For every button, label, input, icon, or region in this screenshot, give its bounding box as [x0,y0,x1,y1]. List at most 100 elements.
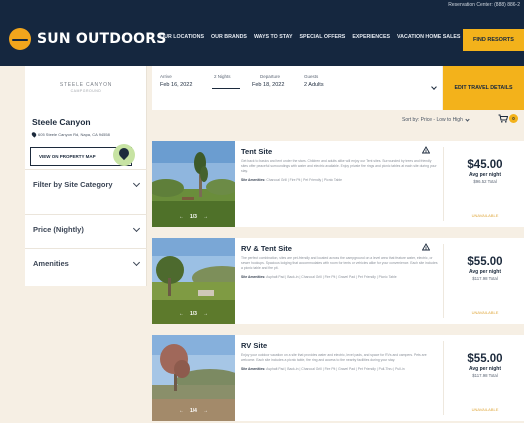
amenities-list: Asphalt Pad | Back-in | Charcoal Grill |… [266,275,397,279]
carousel-counter: 1/3 [190,311,197,317]
utility-bar: Reservation Center: (888) 886-2 [0,0,524,12]
arrow-right-icon[interactable]: → [203,408,208,414]
park-name: Steele Canyon [32,117,91,127]
site-header: SUN OUTDOORS OUR LOCATIONS OUR BRANDS WA… [0,12,524,66]
filter-price-nightly[interactable]: Price (Nightly) [25,214,147,244]
chevron-down-icon [132,258,141,266]
price-amount: $45.00 [467,159,503,171]
chevron-down-icon [465,116,470,122]
nights-count: 2 Nights [214,74,231,79]
main-nav: OUR LOCATIONS OUR BRANDS WAYS TO STAY SP… [160,34,460,40]
photo-carousel-controls[interactable]: ← 1/3 → [152,311,235,317]
site-amenities: Site Amenities: Charcoal Grill | Fire Pi… [241,178,439,183]
photo-carousel-controls[interactable]: ← 1/3 → [152,214,235,220]
card-divider [443,147,444,221]
depart-date[interactable]: Feb 18, 2022 [252,82,284,88]
site-card-tent: ← 1/3 → Tent Site Get back to basics and… [152,141,524,227]
site-photo[interactable]: ← 1/3 → [152,238,235,324]
park-brand-logo-text: STEELE CANYON [59,82,113,88]
reservation-center-phone[interactable]: Reservation Center: (888) 886-2 [448,2,520,8]
tent-icon [422,243,430,251]
map-marker-icon[interactable] [113,144,135,166]
arrow-right-icon[interactable]: → [203,214,208,220]
find-resorts-button[interactable]: FIND RESORTS [463,29,524,51]
price-per-night: Avg per night [468,366,502,372]
park-brand-logo: STEELE CANYON CAMPGROUND [25,82,147,93]
amenities-label: Site Amenities: [241,275,266,279]
arrow-left-icon[interactable]: ← [179,214,184,220]
price-per-night: Avg per night [468,269,502,275]
arrive-date[interactable]: Feb 16, 2022 [160,82,192,88]
nav-vacation-home-sales[interactable]: VACATION HOME SALES [397,34,460,40]
park-sidebar: STEELE CANYON CAMPGROUND Steele Canyon 6… [25,66,147,286]
filter-amenities-label: Amenities [33,259,69,268]
site-price: $45.00 Avg per night $96.52 Total [450,159,520,184]
amenities-label: Site Amenities: [241,178,266,182]
price-amount: $55.00 [467,353,503,365]
cart-count-badge: 0 [509,114,518,123]
card-divider [443,341,444,415]
carousel-counter: 1/3 [190,214,197,220]
filter-site-category[interactable]: Filter by Site Category [25,169,147,199]
chevron-down-icon [132,224,141,232]
availability-status: UNAVAILABLE [471,213,499,218]
sun-logo-icon [9,28,31,50]
site-logo[interactable]: SUN OUTDOORS [9,28,167,50]
amenities-list: Asphalt Pad | Back-in | Charcoal Grill |… [266,367,405,371]
park-brand-logo-subtext: CAMPGROUND [70,89,102,93]
price-total: $96.52 Total [473,179,497,184]
sort-label: Sort by: Price - Low to High [402,117,463,123]
guests-value[interactable]: 2 Adults [304,82,324,88]
arrow-left-icon[interactable]: ← [179,311,184,317]
date-range-line [212,88,240,89]
site-photo[interactable]: ← 1/3 → [152,141,235,227]
site-card-rv: ← 1/4 → RV Site Enjoy your outdoor vacat… [152,335,524,421]
travel-details-bar[interactable]: Arrive Feb 16, 2022 2 Nights Departure F… [152,66,442,110]
amenities-list: Charcoal Grill | Fire Pit | Pet Friendly… [266,178,343,182]
site-description: Enjoy your outdoor vacation on a site th… [241,353,427,362]
photo-carousel-controls[interactable]: ← 1/4 → [152,408,235,414]
price-amount: $55.00 [467,256,503,268]
location-pin-icon [30,131,38,138]
site-title[interactable]: Tent Site [241,147,439,156]
logo-text: SUN OUTDOORS [37,31,167,47]
arrive-label: Arrive [160,74,172,79]
site-amenities: Site Amenities: Asphalt Pad | Back-in | … [241,275,439,280]
nav-experiences[interactable]: EXPERIENCES [352,34,390,40]
site-details: RV & Tent Site The perfect combination, … [241,244,439,280]
nav-special-offers[interactable]: SPECIAL OFFERS [300,34,346,40]
availability-status: UNAVAILABLE [471,310,499,315]
site-amenities: Site Amenities: Asphalt Pad | Back-in | … [241,367,439,372]
site-title[interactable]: RV & Tent Site [241,244,439,253]
park-address: 605 Steele Canyon Rd, Napa, CA 94558 [30,131,110,138]
site-details: RV Site Enjoy your outdoor vacation on a… [241,341,439,372]
guests-label: Guests [304,74,319,79]
price-total: $117.98 Total [472,373,498,378]
site-price: $55.00 Avg per night $117.98 Total [450,353,520,378]
chevron-down-icon [132,179,141,187]
site-photo[interactable]: ← 1/4 → [152,335,235,421]
site-price: $55.00 Avg per night $117.98 Total [450,256,520,281]
nav-our-locations[interactable]: OUR LOCATIONS [160,34,204,40]
site-description: Get back to basics and tent under the st… [241,159,437,173]
filter-site-category-label: Filter by Site Category [33,180,113,189]
card-divider [443,244,444,318]
price-per-night: Avg per night [468,172,502,178]
arrow-left-icon[interactable]: ← [179,408,184,414]
arrow-right-icon[interactable]: → [203,311,208,317]
chevron-down-icon[interactable] [431,84,437,90]
park-address-text: 605 Steele Canyon Rd, Napa, CA 94558 [38,132,110,137]
tent-icon [422,146,430,154]
filter-amenities[interactable]: Amenities [25,248,147,278]
price-total: $117.98 Total [472,276,498,281]
site-card-rv-tent: ← 1/3 → RV & Tent Site The perfect combi… [152,238,524,324]
cart-icon[interactable] [498,114,508,123]
edit-travel-details-button[interactable]: EDIT TRAVEL DETAILS [443,66,524,110]
site-details: Tent Site Get back to basics and tent un… [241,147,439,183]
amenities-label: Site Amenities: [241,367,266,371]
sort-dropdown[interactable]: Sort by: Price - Low to High [402,116,470,123]
nav-our-brands[interactable]: OUR BRANDS [211,34,247,40]
nav-ways-to-stay[interactable]: WAYS TO STAY [254,34,293,40]
site-title[interactable]: RV Site [241,341,439,350]
filter-price-label: Price (Nightly) [33,225,84,234]
